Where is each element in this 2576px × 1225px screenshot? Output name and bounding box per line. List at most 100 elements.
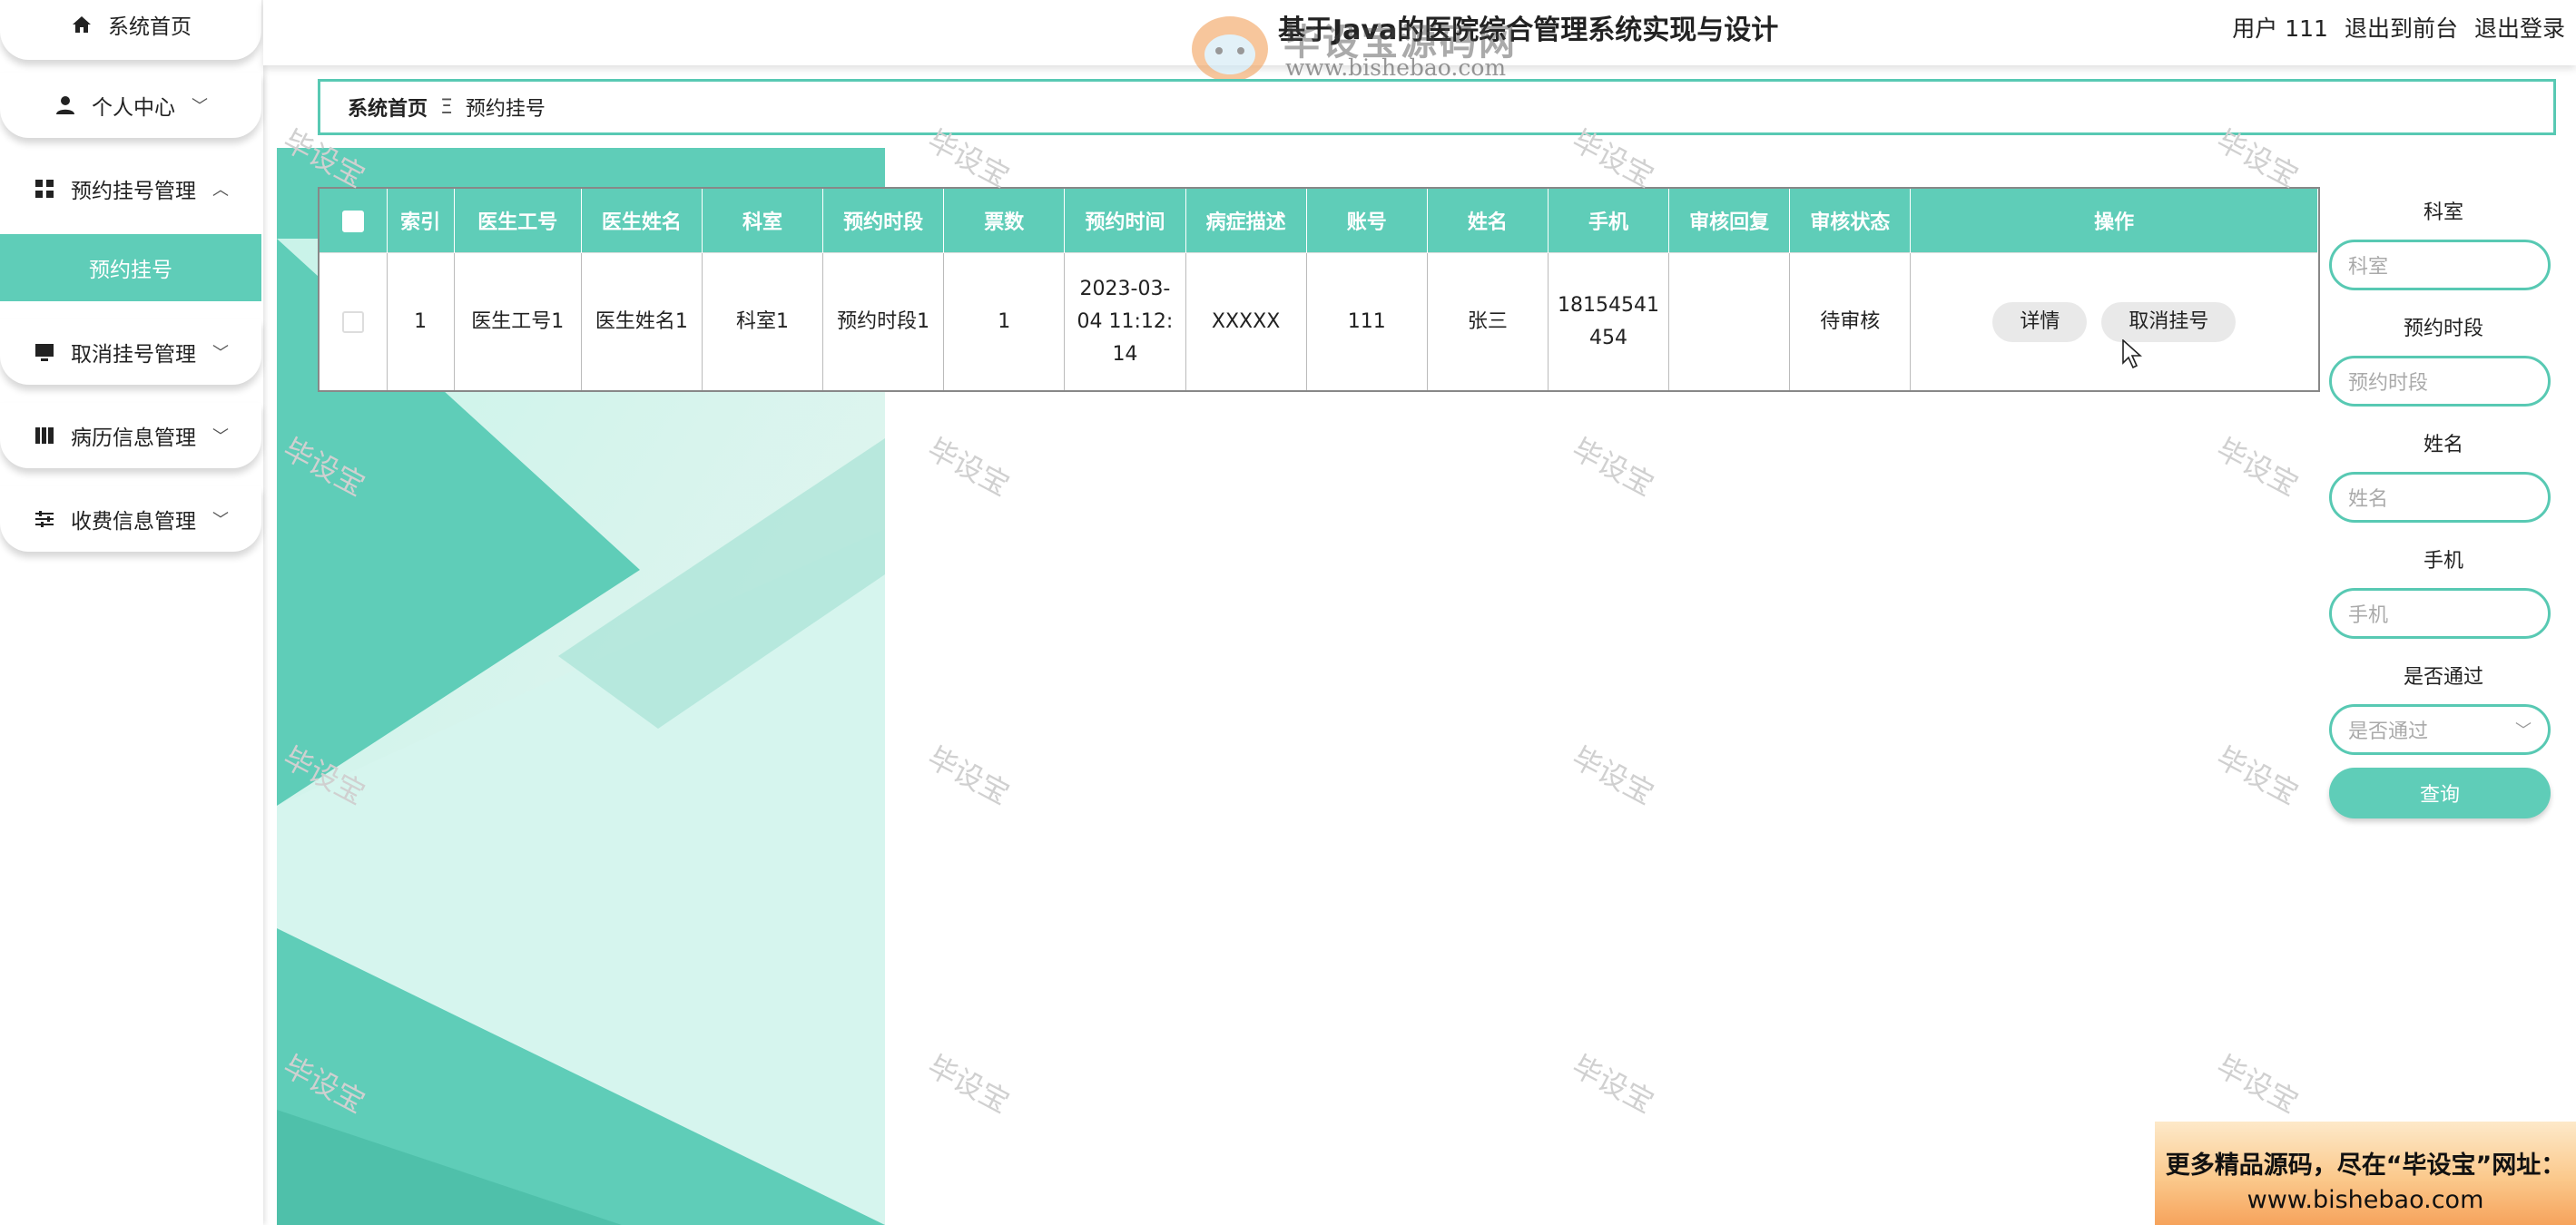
promo-line: www.bishebao.com [2247, 1186, 2484, 1214]
chevron-down-icon: ﹀ [212, 511, 229, 530]
select-all-cell[interactable] [320, 189, 388, 253]
watermark-text: 毕设宝 [1566, 740, 1660, 812]
cell-desc: XXXXX [1185, 252, 1307, 390]
watermark-text: 毕设宝 [2210, 1048, 2305, 1121]
select-all-checkbox[interactable] [341, 210, 364, 232]
col-header: 科室 [702, 189, 824, 253]
pass-select[interactable]: 是否通过 ﹀ [2329, 704, 2551, 755]
mouse-cursor-icon [2122, 339, 2142, 368]
sidebar-subitem-label: 预约挂号 [89, 259, 172, 282]
phone-placeholder: 手机 [2348, 604, 2389, 627]
dept-input[interactable]: 科室 [2329, 240, 2551, 290]
col-header: 医生姓名 [581, 189, 703, 253]
col-header: 预约时段 [822, 189, 945, 253]
col-header: 审核状态 [1789, 189, 1912, 253]
user-label: 用户 111 [2232, 15, 2328, 42]
sidebar-item-label: 系统首页 [108, 15, 192, 39]
cell-time: 2023-03- 04 11:12: 14 [1064, 252, 1186, 390]
cell-phone-line: 18154541 [1558, 293, 1659, 317]
cell-tickets: 1 [943, 252, 1066, 390]
col-header: 姓名 [1427, 189, 1549, 253]
slot-placeholder: 预约时段 [2348, 372, 2429, 395]
col-header: 预约时间 [1064, 189, 1186, 253]
col-header: 审核回复 [1668, 189, 1791, 253]
sidebar-item-personal[interactable]: 个人中心 ﹀ [0, 73, 261, 138]
col-header: 手机 [1548, 189, 1670, 253]
cell-reply [1668, 252, 1791, 390]
col-header: 票数 [943, 189, 1066, 253]
sidebar: 系统首页 个人中心 ﹀ 预约挂号管理 ︿ 预约挂号 取消挂号管理 ﹀ 病历信息管… [0, 0, 263, 1225]
cell-doctor-name: 医生姓名1 [581, 252, 703, 390]
watermark-logo-icon [1192, 16, 1268, 82]
breadcrumb-current: 预约挂号 [465, 98, 546, 121]
col-header: 操作 [1910, 189, 2318, 253]
query-button[interactable]: 查询 [2329, 768, 2551, 818]
search-panel: 科室 科室 预约时段 预约时段 姓名 姓名 手机 手机 是否通过 是否通过 ﹀ … [2329, 200, 2558, 818]
name-input[interactable]: 姓名 [2329, 472, 2551, 523]
sidebar-item-home[interactable]: 系统首页 [0, 0, 261, 60]
cell-account: 111 [1306, 252, 1428, 390]
slot-label: 预约时段 [2403, 318, 2483, 340]
sliders-icon [33, 507, 56, 531]
top-header: 基于Java的医院综合管理系统实现与设计 毕设宝源码网 www.bishebao… [263, 0, 2576, 82]
name-placeholder: 姓名 [2348, 488, 2389, 511]
table-header-row: 索引 医生工号 医生姓名 科室 预约时段 票数 预约时间 病症描述 账号 姓名 … [320, 189, 2318, 253]
phone-label: 手机 [2423, 550, 2463, 573]
cell-time-line: 04 11:12: [1077, 309, 1174, 333]
cell-index: 1 [387, 252, 455, 390]
user-icon [54, 93, 77, 117]
chevron-down-icon: ﹀ [192, 97, 208, 116]
exit-front-link[interactable]: 退出到前台 [2345, 11, 2458, 44]
phone-input[interactable]: 手机 [2329, 588, 2551, 639]
sidebar-item-appointment[interactable]: 预约挂号管理 ︿ [0, 156, 261, 221]
name-label: 姓名 [2423, 434, 2463, 456]
chevron-down-icon: ﹀ [212, 344, 229, 363]
watermark-text: 毕设宝 [2210, 740, 2305, 812]
dept-label: 科室 [2423, 201, 2463, 224]
watermark-text: 毕设宝 [921, 740, 1016, 812]
promo-banner[interactable]: 更多精品源码，尽在“毕设宝”网址： www.bishebao.com [2155, 1122, 2576, 1225]
header-actions: 用户 111 退出到前台 退出登录 [2232, 11, 2565, 44]
slot-input[interactable]: 预约时段 [2329, 356, 2551, 407]
sidebar-item-medical-record[interactable]: 病历信息管理 ﹀ [0, 403, 261, 468]
sidebar-item-fee[interactable]: 收费信息管理 ﹀ [0, 486, 261, 552]
breadcrumb-home[interactable]: 系统首页 [348, 93, 428, 122]
cell-name: 张三 [1427, 252, 1549, 390]
watermark-url: www.bishebao.com [1285, 54, 1507, 81]
appointment-table: 索引 医生工号 医生姓名 科室 预约时段 票数 预约时间 病症描述 账号 姓名 … [318, 187, 2320, 392]
monitor-icon [33, 340, 56, 364]
col-header: 账号 [1306, 189, 1428, 253]
home-icon [70, 13, 93, 36]
promo-line: 更多精品源码，尽在“毕设宝”网址： [2165, 1152, 2566, 1180]
chevron-up-icon: ︿ [212, 181, 229, 200]
watermark-text: 毕设宝 [1566, 431, 1660, 504]
cell-slot: 预约时段1 [822, 252, 945, 390]
sidebar-item-cancel[interactable]: 取消挂号管理 ﹀ [0, 319, 261, 385]
sidebar-item-label: 个人中心 [92, 96, 175, 120]
watermark-text: 毕设宝 [2210, 431, 2305, 504]
row-checkbox[interactable] [341, 310, 364, 333]
col-header: 医生工号 [454, 189, 582, 253]
cell-actions: 详情 取消挂号 [1910, 252, 2318, 390]
sidebar-subitem-appointment[interactable]: 预约挂号 [0, 234, 261, 301]
chevron-down-icon: ﹀ [2515, 721, 2532, 740]
col-header: 病症描述 [1185, 189, 1307, 253]
table-row: 1 医生工号1 医生姓名1 科室1 预约时段1 1 2023-03- 04 11… [320, 252, 2318, 390]
cell-doctor-no: 医生工号1 [454, 252, 582, 390]
cell-status: 待审核 [1789, 252, 1912, 390]
grid-icon [33, 177, 56, 201]
cancel-appointment-button[interactable]: 取消挂号 [2101, 301, 2237, 342]
cell-phone: 18154541 454 [1548, 252, 1670, 390]
detail-button[interactable]: 详情 [1992, 301, 2088, 342]
logout-link[interactable]: 退出登录 [2474, 11, 2565, 44]
sidebar-item-label: 取消挂号管理 [71, 343, 196, 367]
col-header: 索引 [387, 189, 455, 253]
watermark-text: 毕设宝 [921, 431, 1016, 504]
pass-placeholder: 是否通过 [2348, 720, 2429, 743]
chevron-down-icon: ﹀ [212, 427, 229, 446]
watermark-text: 毕设宝 [921, 1048, 1016, 1121]
cell-time-line: 14 [1112, 342, 1138, 366]
sidebar-item-label: 病历信息管理 [71, 426, 196, 450]
breadcrumb-separator: Ξ [440, 95, 453, 119]
cell-phone-line: 454 [1589, 326, 1627, 349]
